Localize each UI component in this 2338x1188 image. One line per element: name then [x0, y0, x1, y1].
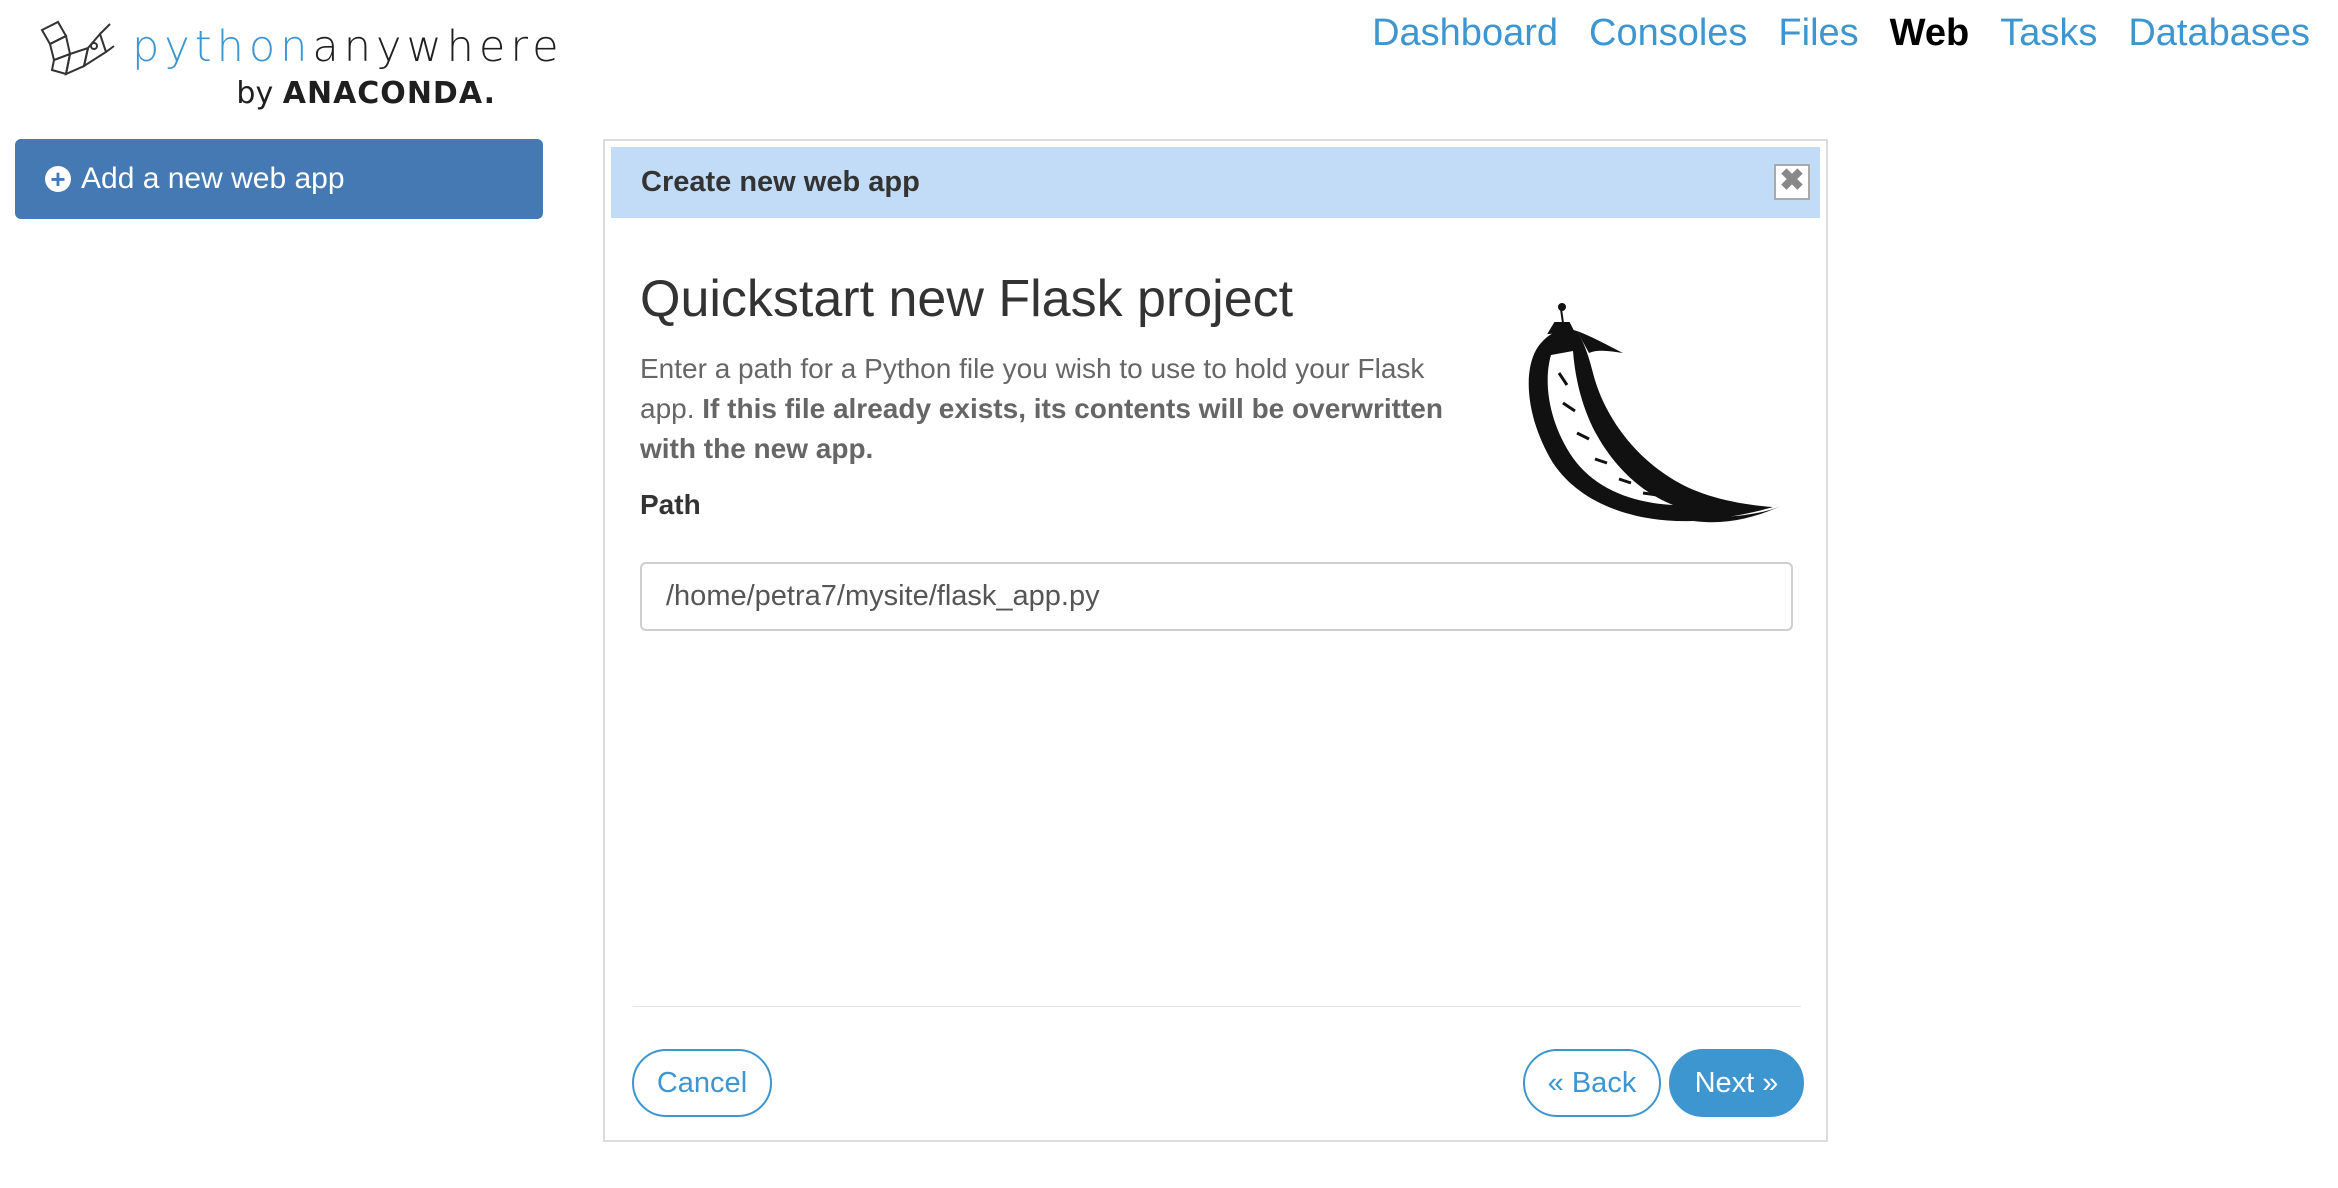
close-icon[interactable]: ✖ — [1774, 164, 1810, 200]
back-button[interactable]: « Back — [1523, 1049, 1661, 1117]
nav-databases[interactable]: Databases — [2128, 12, 2310, 55]
nav-web[interactable]: Web — [1890, 12, 1970, 55]
flask-horn-logo — [1528, 303, 1779, 523]
nav-files[interactable]: Files — [1778, 12, 1858, 55]
description-warning: If this file already exists, its content… — [640, 393, 1443, 464]
pythonanywhere-logo-icon — [40, 20, 115, 76]
next-button[interactable]: Next » — [1669, 1049, 1804, 1117]
dialog-header: Create new web app ✖ — [611, 147, 1820, 218]
path-label: Path — [640, 489, 701, 520]
add-web-app-label: Add a new web app — [81, 162, 345, 195]
plus-circle-icon: + — [45, 166, 71, 192]
brand-wordmark: pythonanywhere — [132, 22, 564, 72]
nav-consoles[interactable]: Consoles — [1589, 12, 1747, 55]
add-web-app-button[interactable]: + Add a new web app — [15, 139, 543, 219]
nav-tasks[interactable]: Tasks — [2000, 12, 2097, 55]
brand-company: ANACONDA. — [282, 76, 496, 111]
brand-anywhere: anywhere — [312, 22, 564, 72]
brand-by: by — [236, 76, 274, 111]
create-web-app-dialog: Create new web app ✖ Quickstart new Flas… — [603, 139, 1828, 1142]
dialog-heading: Quickstart new Flask project — [640, 270, 1294, 328]
brand-by-anaconda: by ANACONDA. — [236, 76, 496, 111]
dialog-description: Enter a path for a Python file you wish … — [640, 349, 1470, 469]
nav-dashboard[interactable]: Dashboard — [1372, 12, 1558, 55]
top-nav: Dashboard Consoles Files Web Tasks Datab… — [1372, 12, 2310, 55]
brand-logo[interactable]: pythonanywhere by ANACONDA. — [36, 18, 559, 111]
brand-python: python — [132, 22, 313, 72]
dialog-title: Create new web app — [641, 166, 920, 198]
dialog-divider — [633, 1006, 1801, 1007]
cancel-button[interactable]: Cancel — [632, 1049, 772, 1117]
path-input[interactable] — [640, 562, 1793, 631]
